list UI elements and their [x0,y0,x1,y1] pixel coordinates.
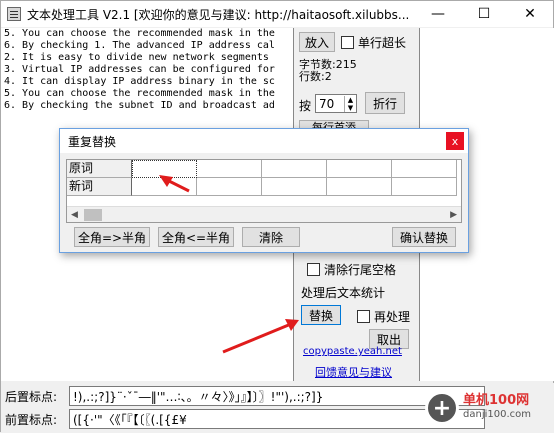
site-link[interactable]: copypaste.yeah.net [303,346,402,357]
watermark: + 单机100网 danji100.com [425,391,531,425]
spin-arrows-icon[interactable]: ▲ ▼ [344,95,356,112]
scroll-right-icon[interactable]: ▶ [450,210,457,220]
replace-button[interactable]: 替换 [301,305,341,325]
plus-logo-icon: + [425,391,459,425]
before-punct-label: 前置标点: [5,413,58,427]
before-punct-input[interactable]: ([{·'"〈《「『【〔〖(.[{£¥ [69,409,485,429]
line-count: 行数:2 [299,70,332,83]
grid-cell[interactable] [132,178,197,196]
grid-cell-selected[interactable] [132,160,197,178]
dialog-title: 重复替换 [68,134,117,149]
fold-line-button[interactable]: 折行 [365,92,405,114]
main-window: 文本处理工具 V2.1 [欢迎你的意见与建议: http://haitaosof… [0,0,554,433]
editor-line: 5. You can choose the recommended mask i… [4,88,275,99]
after-punct-label: 后置标点: [5,390,58,404]
reprocess-checkbox[interactable]: 再处理 [357,308,410,325]
put-in-button[interactable]: 放入 [299,32,335,52]
half-to-full-button[interactable]: 全角<=半角 [158,227,234,247]
checkbox-box [357,310,370,323]
row-header-new: 新词 [67,178,132,196]
grid-cell[interactable] [327,178,392,196]
app-icon [7,7,21,21]
watermark-text: 单机100网 [463,393,530,408]
grid-cell[interactable] [392,178,457,196]
clear-trailing-space-label: 清除行尾空格 [324,263,397,277]
dialog-title-bar: 重复替换 [60,129,468,153]
editor-line: 2. It is easy to divide new network segm… [4,52,269,63]
scroll-left-icon[interactable]: ◀ [71,210,78,220]
watermark-url: danji100.com [463,409,531,420]
grid-cell[interactable] [262,160,327,178]
clear-button[interactable]: 清除 [242,227,300,247]
editor-line: 3. Virtual IP addresses can be configure… [4,64,275,75]
close-button[interactable]: ✕ [507,1,553,27]
full-to-half-button[interactable]: 全角=>半角 [74,227,150,247]
editor-line: 4. It can display IP address binary in t… [4,76,275,87]
editor-line: 6. By checking the subnet ID and broadca… [4,100,275,111]
wrap-width-value: 70 [319,96,335,111]
repeat-replace-dialog: 重复替换 x 原词 新词 ◀ ▶ 全角=>半角 全角<=半角 清除 确认替换 [59,128,469,253]
row-header-original: 原词 [67,160,132,178]
grid-cell[interactable] [327,160,392,178]
scroll-thumb[interactable] [84,209,102,221]
checkbox-box [307,263,320,276]
minimize-button[interactable]: — [415,1,461,27]
after-punct-input[interactable]: !),.:;?]}¨·ˇˉ―‖'"…∶、。〃々〉》」』】〕〗!"'),.:;?]… [69,386,485,406]
single-line-over-checkbox[interactable]: 单行超长 [341,34,406,51]
editor-line: 6. By checking 1. The advanced IP addres… [4,40,275,51]
feedback-link[interactable]: 回馈意见与建议 [315,364,392,380]
window-title: 文本处理工具 V2.1 [欢迎你的意见与建议: http://haitaosof… [27,7,410,22]
checkbox-box [341,36,354,49]
horizontal-scrollbar[interactable]: ◀ ▶ [67,206,461,222]
post-stats-label: 处理后文本统计 [301,286,386,300]
replace-grid[interactable]: 原词 新词 ◀ ▶ [66,159,462,223]
title-bar: 文本处理工具 V2.1 [欢迎你的意见与建议: http://haitaosof… [1,1,553,27]
grid-cell[interactable] [197,178,262,196]
wrap-width-spinner[interactable]: 70 ▲ ▼ [315,94,357,113]
reprocess-label: 再处理 [374,310,411,324]
maximize-button[interactable]: ☐ [461,1,507,27]
grid-cell[interactable] [392,160,457,178]
grid-cell[interactable] [262,178,327,196]
grid-cell[interactable] [197,160,262,178]
single-line-over-label: 单行超长 [358,36,407,50]
confirm-replace-button[interactable]: 确认替换 [392,227,456,247]
by-label: 按 [299,99,312,113]
editor-line: 5. You can choose the recommended mask i… [4,28,275,39]
clear-trailing-space-checkbox[interactable]: 清除行尾空格 [307,261,396,278]
dialog-close-button[interactable]: x [446,132,464,150]
